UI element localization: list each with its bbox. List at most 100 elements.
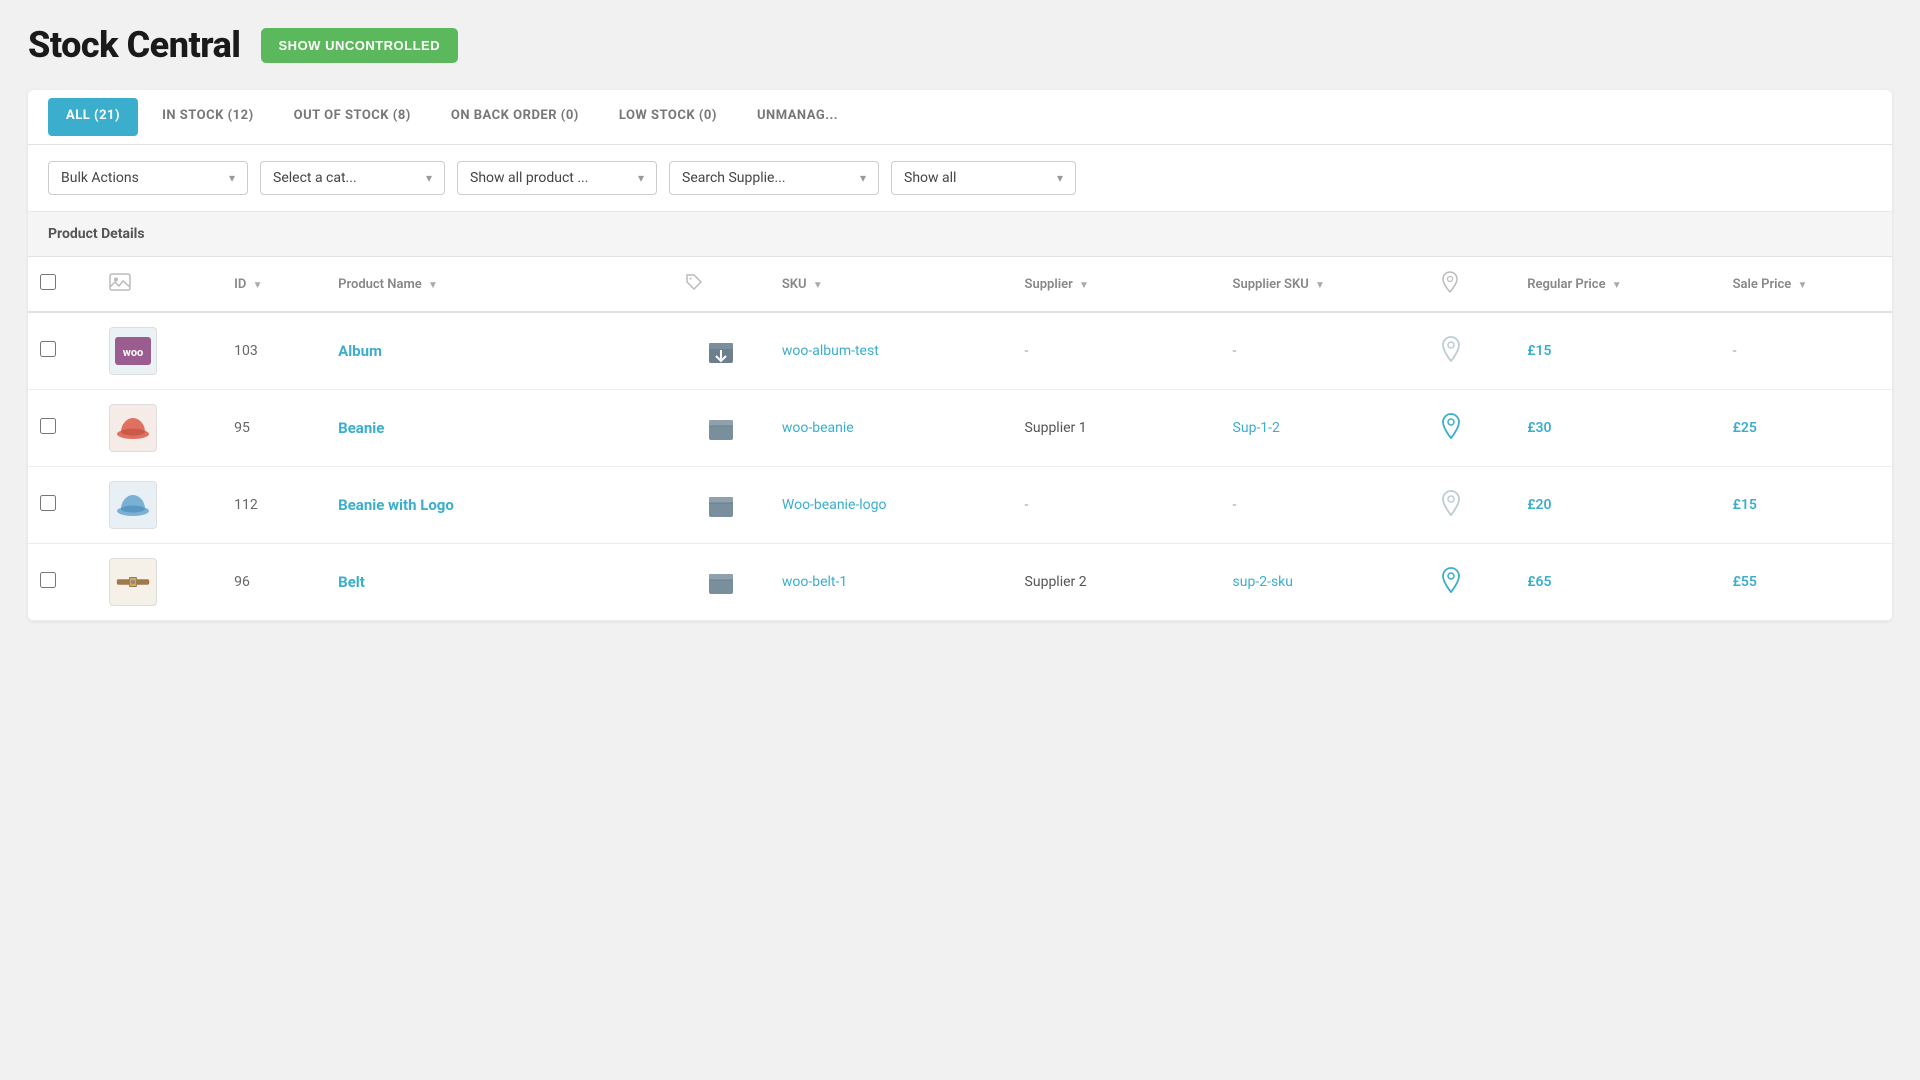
- regular-price: £20: [1527, 497, 1551, 513]
- tab-all[interactable]: ALL (21): [48, 98, 138, 136]
- sku-cell: woo-album-test: [770, 312, 1013, 390]
- main-card: ALL (21) IN STOCK (12) OUT OF STOCK (8) …: [28, 90, 1892, 621]
- image-header: [97, 257, 222, 312]
- row-checkbox-cell: [28, 312, 97, 390]
- sku-link[interactable]: woo-beanie: [782, 420, 854, 436]
- row-checkbox-cell: [28, 467, 97, 544]
- product-name-link[interactable]: Beanie with Logo: [338, 496, 454, 514]
- filters-bar: Bulk Actions ▾ Select a cat... ▾ Show al…: [28, 145, 1892, 212]
- row-checkbox[interactable]: [40, 341, 56, 357]
- product-type-icon: [705, 566, 737, 598]
- table-row: 96 Belt woo-belt-1 Supplier 2 sup-2-sku: [28, 544, 1892, 621]
- sale-price-sort-icon: ▼: [1798, 280, 1808, 291]
- tab-low-stock[interactable]: LOW STOCK (0): [599, 90, 737, 144]
- sku-link[interactable]: Woo-beanie-logo: [782, 497, 887, 513]
- product-image-cell: [97, 467, 222, 544]
- product-id: 103: [234, 343, 258, 359]
- supplier-sku-sort-icon: ▼: [1315, 280, 1325, 291]
- location-icon[interactable]: [1441, 574, 1461, 598]
- product-type-chevron-icon: ▾: [638, 171, 644, 185]
- product-id: 95: [234, 420, 250, 436]
- location-cell: [1429, 312, 1516, 390]
- sku-link[interactable]: woo-belt-1: [782, 574, 847, 590]
- sale-price-cell: £25: [1721, 390, 1892, 467]
- product-tag-cell: [673, 544, 770, 621]
- svg-text:woo: woo: [123, 346, 144, 359]
- product-tag-cell: [673, 467, 770, 544]
- location-icon[interactable]: [1441, 343, 1461, 367]
- product-name-cell: Beanie with Logo: [326, 467, 673, 544]
- product-image-cell: [97, 544, 222, 621]
- supplier-label: Search Supplie...: [682, 170, 786, 186]
- supplier-chevron-icon: ▾: [860, 171, 866, 185]
- supplier-cell: Supplier 2: [1013, 544, 1221, 621]
- regular-price: £65: [1527, 574, 1551, 590]
- sale-price-cell: -: [1721, 312, 1892, 390]
- regular-price: £15: [1527, 343, 1551, 359]
- table-row: 112 Beanie with Logo Woo-beanie-logo - -: [28, 467, 1892, 544]
- sku-cell: woo-beanie: [770, 390, 1013, 467]
- show-all-dropdown[interactable]: Show all ▾: [891, 161, 1076, 195]
- row-checkbox[interactable]: [40, 572, 56, 588]
- tab-on-back-order[interactable]: ON BACK ORDER (0): [431, 90, 599, 144]
- location-cell: [1429, 544, 1516, 621]
- product-id-cell: 95: [222, 390, 326, 467]
- name-sort-icon: ▼: [428, 280, 438, 291]
- page-header: Stock Central SHOW UNCONTROLLED: [28, 24, 1892, 66]
- table-section-header: Product Details: [28, 212, 1892, 257]
- category-chevron-icon: ▾: [426, 171, 432, 185]
- product-tag-cell: [673, 312, 770, 390]
- supplier-sku-link[interactable]: sup-2-sku: [1233, 574, 1293, 590]
- supplier-header[interactable]: Supplier ▼: [1013, 257, 1221, 312]
- tab-unmanaged[interactable]: UNMANAG...: [737, 90, 858, 144]
- supplier-search-dropdown[interactable]: Search Supplie... ▾: [669, 161, 879, 195]
- supplier-cell: -: [1013, 467, 1221, 544]
- product-image-cell: [97, 390, 222, 467]
- product-name-cell: Beanie: [326, 390, 673, 467]
- product-type-icon: [705, 412, 737, 444]
- product-type-dropdown[interactable]: Show all product ... ▾: [457, 161, 657, 195]
- location-header: [1429, 257, 1516, 312]
- row-checkbox[interactable]: [40, 495, 56, 511]
- select-all-checkbox[interactable]: [40, 274, 56, 290]
- product-name-header[interactable]: Product Name ▼: [326, 257, 673, 312]
- supplier-sku-cell: -: [1221, 312, 1429, 390]
- sku-cell: Woo-beanie-logo: [770, 467, 1013, 544]
- row-checkbox-cell: [28, 544, 97, 621]
- product-name-link[interactable]: Belt: [338, 573, 365, 591]
- location-icon[interactable]: [1441, 420, 1461, 444]
- regular-price: £30: [1527, 420, 1551, 436]
- tag-header: [673, 257, 770, 312]
- sale-price-header[interactable]: Sale Price ▼: [1721, 257, 1892, 312]
- sku-header[interactable]: SKU ▼: [770, 257, 1013, 312]
- regular-price-header[interactable]: Regular Price ▼: [1515, 257, 1720, 312]
- tab-in-stock[interactable]: IN STOCK (12): [142, 90, 274, 144]
- sku-sort-icon: ▼: [813, 280, 823, 291]
- location-icon[interactable]: [1441, 497, 1461, 521]
- product-image-cell: woo: [97, 312, 222, 390]
- sku-link[interactable]: woo-album-test: [782, 343, 879, 359]
- sale-price-cell: £15: [1721, 467, 1892, 544]
- show-uncontrolled-button[interactable]: SHOW UNCONTROLLED: [261, 28, 459, 63]
- product-tag-cell: [673, 390, 770, 467]
- product-name-link[interactable]: Beanie: [338, 419, 384, 437]
- location-cell: [1429, 467, 1516, 544]
- product-name-cell: Belt: [326, 544, 673, 621]
- category-dropdown[interactable]: Select a cat... ▾: [260, 161, 445, 195]
- supplier-sku-header[interactable]: Supplier SKU ▼: [1221, 257, 1429, 312]
- tabs-bar: ALL (21) IN STOCK (12) OUT OF STOCK (8) …: [28, 90, 1892, 145]
- product-table: ID ▼ Product Name ▼ SKU ▼: [28, 257, 1892, 621]
- row-checkbox[interactable]: [40, 418, 56, 434]
- id-header[interactable]: ID ▼: [222, 257, 326, 312]
- regular-price-cell: £65: [1515, 544, 1720, 621]
- supplier-sort-icon: ▼: [1079, 280, 1089, 291]
- bulk-actions-dropdown[interactable]: Bulk Actions ▾: [48, 161, 248, 195]
- id-sort-icon: ▼: [253, 280, 263, 291]
- product-name-link[interactable]: Album: [338, 342, 382, 360]
- product-id: 96: [234, 574, 250, 590]
- regular-price-cell: £15: [1515, 312, 1720, 390]
- supplier-sku-link[interactable]: Sup-1-2: [1233, 420, 1280, 436]
- product-id-cell: 96: [222, 544, 326, 621]
- supplier-sku-cell: -: [1221, 467, 1429, 544]
- tab-out-of-stock[interactable]: OUT OF STOCK (8): [274, 90, 431, 144]
